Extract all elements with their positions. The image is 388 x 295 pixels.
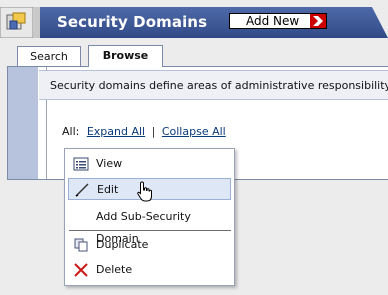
- page-title: Security Domains: [57, 13, 208, 31]
- tab-search[interactable]: Search: [17, 46, 81, 67]
- menu-item-delete[interactable]: Delete: [68, 259, 231, 281]
- panel-side-strip: [8, 67, 38, 179]
- tree-controls: All: Expand All | Collapse All: [62, 125, 226, 138]
- menu-item-add-sub-domain[interactable]: Add Sub-Security Domain: [68, 206, 231, 245]
- duplicate-icon: [74, 238, 88, 252]
- menu-separator: [69, 230, 231, 231]
- add-new-label: Add New: [246, 14, 300, 28]
- description-box: Security domains define areas of adminis…: [39, 70, 388, 100]
- menu-item-duplicate[interactable]: Duplicate: [68, 234, 231, 256]
- list-view-icon: [73, 157, 89, 171]
- tab-search-label: Search: [30, 50, 68, 63]
- delete-x-icon: [74, 263, 88, 277]
- pencil-icon: [75, 183, 89, 197]
- context-menu: View Edit Add Sub-Security Domain Duplic…: [64, 148, 235, 286]
- security-domain-icon: [6, 12, 26, 30]
- tab-browse-label: Browse: [102, 49, 149, 62]
- menu-item-label: Delete: [96, 263, 133, 276]
- link-separator: |: [151, 125, 156, 138]
- tab-browse[interactable]: Browse: [88, 45, 163, 67]
- all-label: All:: [62, 125, 80, 138]
- hand-pointer-icon: [137, 181, 152, 202]
- menu-item-label: Duplicate: [96, 238, 149, 251]
- page-header: Security Domains Add New: [0, 7, 388, 38]
- menu-item-view[interactable]: View: [68, 153, 231, 175]
- add-new-button[interactable]: Add New: [229, 13, 327, 29]
- menu-item-label: Edit: [97, 183, 119, 196]
- expand-all-link[interactable]: Expand All: [87, 125, 145, 138]
- description-text: Security domains define areas of adminis…: [50, 79, 388, 92]
- menu-item-label: View: [96, 157, 123, 170]
- arrow-right-icon: [310, 14, 326, 28]
- collapse-all-link[interactable]: Collapse All: [162, 125, 226, 138]
